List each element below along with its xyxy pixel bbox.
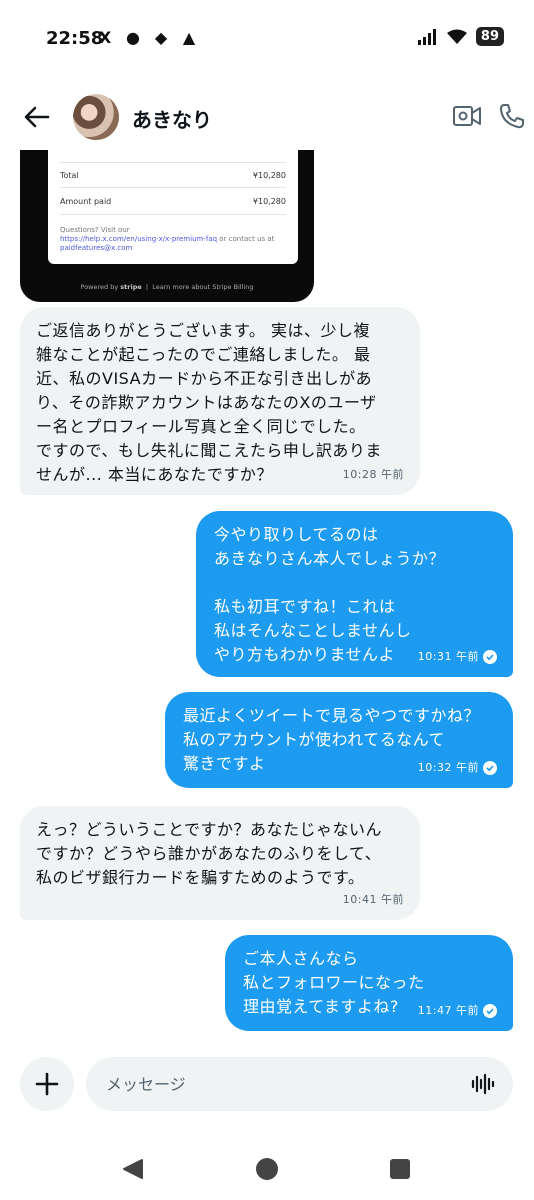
questions-label: Questions? Visit our bbox=[60, 226, 130, 234]
message-bubble-incoming[interactable]: えっ？どういうことですか？あなたじゃないん ですか？どうやら誰かがあなたのふりを… bbox=[20, 806, 420, 920]
app-icon: ▲ bbox=[182, 28, 196, 47]
nav-home-button[interactable] bbox=[256, 1158, 278, 1180]
questions-text: Questions? Visit our https://help.x.com/… bbox=[60, 226, 285, 253]
receipt-image[interactable]: Total ¥10,280 Amount paid ¥10,280 Questi… bbox=[20, 150, 314, 302]
divider bbox=[60, 187, 286, 188]
message-bubble-outgoing[interactable]: 今やり取りしてるのは あきなりさん本人でしょうか？ 私も初耳ですね！これは 私は… bbox=[196, 511, 513, 677]
amount-paid-row: Amount paid ¥10,280 bbox=[60, 197, 286, 206]
chat-header: あきなり bbox=[0, 88, 534, 148]
message-time: 10:41 午前 bbox=[342, 893, 404, 906]
contact-name[interactable]: あきなり bbox=[132, 104, 212, 133]
message-bubble-outgoing[interactable]: 最近よくツイートで見るやつですかね？ 私のアカウントが使われてるなんて 驚きです… bbox=[165, 692, 513, 788]
message-input[interactable] bbox=[106, 1069, 456, 1099]
video-call-icon[interactable] bbox=[452, 102, 482, 130]
total-label: Total bbox=[60, 171, 79, 180]
contact-text: or contact us at bbox=[219, 235, 275, 243]
message-meta: 11:47 午前 bbox=[418, 999, 497, 1023]
plus-icon bbox=[35, 1072, 59, 1096]
stripe-logo: stripe bbox=[120, 283, 142, 291]
status-time: 22:58 bbox=[46, 28, 104, 49]
message-text: えっ？どういうことですか？あなたじゃないん ですか？どうやら誰かがあなたのふりを… bbox=[36, 820, 383, 887]
read-check-icon bbox=[483, 650, 497, 664]
amount-paid-label: Amount paid bbox=[60, 197, 112, 206]
total-value: ¥10,280 bbox=[252, 171, 286, 180]
nav-recents-button[interactable] bbox=[390, 1159, 410, 1179]
powered-by-label: Powered by bbox=[80, 283, 119, 291]
voice-message-icon[interactable] bbox=[471, 1073, 495, 1095]
amount-paid-value: ¥10,280 bbox=[252, 197, 286, 206]
message-bubble-outgoing[interactable]: ご本人さんなら 私とフォロワーになった 理由覚えてますよね? 11:47 午前 bbox=[225, 935, 513, 1031]
read-check-icon bbox=[483, 761, 497, 775]
phone-icon[interactable] bbox=[498, 102, 526, 130]
ball-app-icon: ● bbox=[126, 28, 140, 47]
message-meta: 10:28 午前 bbox=[343, 463, 404, 487]
signal-icon bbox=[417, 28, 436, 45]
status-bar: 22:58 X ● ◆ ▲ 89 bbox=[0, 0, 534, 80]
message-composer[interactable] bbox=[86, 1057, 513, 1111]
message-meta: 10:41 午前 bbox=[343, 888, 404, 912]
system-indicators: 89 bbox=[417, 27, 504, 46]
message-text: ご返信ありがとうございます。 実は、少し複 雑なことが起こったのでご連絡しました… bbox=[36, 321, 382, 484]
help-link[interactable]: https://help.x.com/en/using-x/x-premium-… bbox=[60, 235, 217, 243]
system-navigation-bar bbox=[0, 1140, 534, 1200]
nav-back-icon[interactable] bbox=[122, 1158, 144, 1180]
stripe-footer: Powered by stripe | Learn more about Str… bbox=[80, 283, 254, 291]
learn-more-link: Learn more about Stripe Billing bbox=[152, 283, 254, 291]
message-time: 10:32 午前 bbox=[417, 761, 479, 774]
avatar[interactable] bbox=[73, 94, 119, 140]
message-time: 10:31 午前 bbox=[417, 650, 479, 663]
add-attachment-button[interactable] bbox=[20, 1057, 74, 1111]
divider bbox=[60, 162, 286, 163]
notification-icons: X ● ◆ ▲ bbox=[96, 28, 198, 47]
message-bubble-incoming[interactable]: ご返信ありがとうございます。 実は、少し複 雑なことが起こったのでご連絡しました… bbox=[20, 307, 420, 495]
message-meta: 10:32 午前 bbox=[418, 756, 497, 780]
message-time: 10:28 午前 bbox=[342, 468, 404, 481]
app-icon: ◆ bbox=[154, 28, 168, 47]
total-row: Total ¥10,280 bbox=[60, 171, 286, 180]
wifi-icon bbox=[446, 29, 467, 44]
email-link[interactable]: paidfeatures@x.com bbox=[60, 244, 132, 252]
battery-indicator: 89 bbox=[475, 27, 504, 46]
x-app-icon: X bbox=[98, 28, 112, 47]
divider bbox=[60, 214, 286, 215]
message-time: 11:47 午前 bbox=[417, 1004, 479, 1017]
receipt-card: Total ¥10,280 Amount paid ¥10,280 Questi… bbox=[48, 150, 298, 264]
message-meta: 10:31 午前 bbox=[418, 645, 497, 669]
back-arrow-icon[interactable] bbox=[22, 102, 52, 132]
read-check-icon bbox=[483, 1004, 497, 1018]
